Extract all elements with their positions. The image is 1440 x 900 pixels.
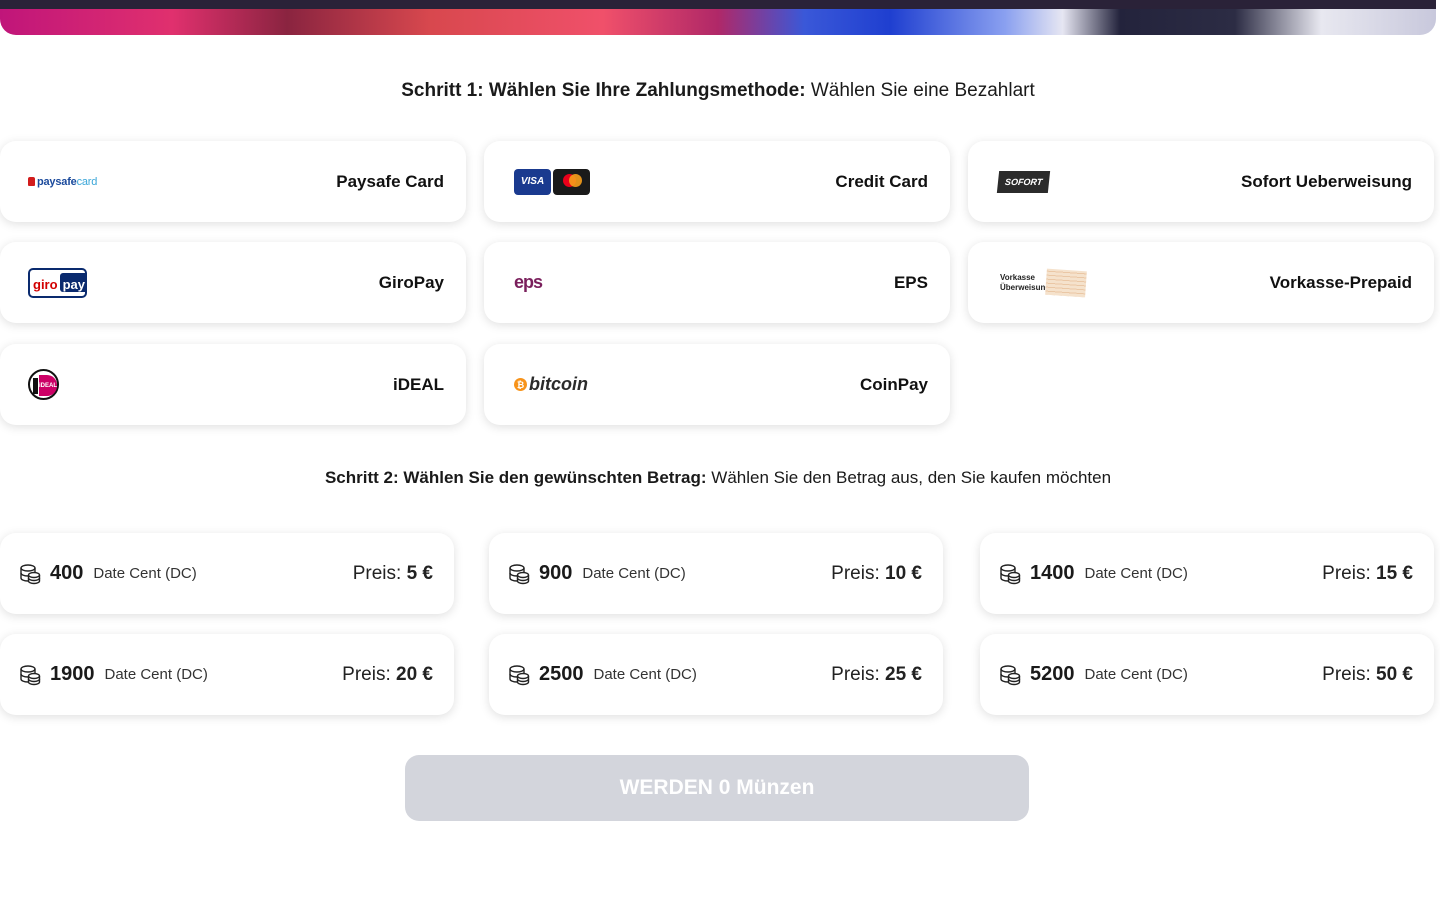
amount-unit: Date Cent (DC) [1084, 565, 1188, 582]
payment-method-label: iDEAL [393, 374, 444, 394]
amount-coins: 5200 [1030, 663, 1075, 685]
eps-logo: eps [514, 272, 543, 293]
eps-logo-text: eps [514, 272, 543, 292]
bitcoin-icon: ₿ [514, 378, 527, 391]
giropay-logo: giro pay [28, 267, 87, 298]
payment-method-eps[interactable]: eps EPS [484, 242, 950, 323]
payment-method-paysafecard[interactable]: paysafecard Paysafe Card [0, 141, 466, 222]
buy-coins-button[interactable]: WERDEN 0 Münzen [405, 755, 1029, 821]
step1-title-bold: Schritt 1: Wählen Sie Ihre Zahlungsmetho… [401, 80, 806, 101]
bitcoin-logo-text: bitcoin [529, 374, 588, 394]
amount-unit: Date Cent (DC) [582, 565, 686, 582]
coins-icon [1000, 563, 1021, 584]
coins-icon [20, 664, 41, 685]
ideal-logo: iDEAL [28, 369, 59, 400]
visa-mastercard-logo: VISA [514, 168, 590, 195]
payment-method-label: EPS [893, 272, 928, 292]
sofort-logo-text: SOFORT [996, 170, 1051, 193]
amount-coins: 1400 [1030, 562, 1075, 584]
step2-title-bold: Schritt 2: Wählen Sie den gewünschten Be… [324, 468, 707, 487]
amount-coins: 2500 [539, 663, 584, 685]
top-bar [0, 0, 1436, 9]
amount-option-1900[interactable]: 1900 Date Cent (DC) Preis: 20 € [0, 634, 454, 715]
amount-option-400[interactable]: 400 Date Cent (DC) Preis: 5 € [0, 533, 454, 614]
giropay-logo-pay: pay [59, 273, 85, 292]
visa-logo: VISA [514, 168, 551, 195]
price-value: 50 € [1376, 663, 1413, 685]
payment-method-label: GiroPay [378, 272, 444, 292]
payment-method-ideal[interactable]: iDEAL iDEAL [0, 344, 466, 425]
coins-icon [20, 563, 41, 584]
bank-slip-icon [1045, 268, 1088, 297]
amount-coins: 900 [539, 562, 573, 584]
payment-method-label: Sofort Ueberweisung [1241, 171, 1412, 191]
step2-title-rest: Wählen Sie den Betrag aus, den Sie kaufe… [706, 468, 1112, 487]
price-label: Preis: [831, 663, 880, 685]
amount-option-1400[interactable]: 1400 Date Cent (DC) Preis: 15 € [980, 533, 1434, 614]
vorkasse-logo-text: Vorkasse [1000, 272, 1035, 282]
amount-option-2500[interactable]: 2500 Date Cent (DC) Preis: 25 € [489, 634, 943, 715]
price-value: 25 € [885, 663, 922, 685]
mastercard-logo [553, 168, 590, 195]
giropay-logo-giro: giro [30, 273, 60, 292]
payment-method-coinpay[interactable]: ₿ bitcoin CoinPay [484, 344, 950, 425]
bitcoin-logo: ₿ bitcoin [514, 374, 588, 395]
payment-method-label: Credit Card [835, 171, 928, 191]
price-value: 5 € [406, 562, 433, 584]
payment-method-sofort[interactable]: SOFORT Sofort Ueberweisung [968, 141, 1434, 222]
amount-option-900[interactable]: 900 Date Cent (DC) Preis: 10 € [489, 533, 943, 614]
amount-unit: Date Cent (DC) [93, 565, 197, 582]
amount-unit: Date Cent (DC) [1084, 666, 1188, 683]
price-label: Preis: [831, 562, 880, 584]
payment-method-label: Paysafe Card [336, 171, 444, 191]
price-label: Preis: [1322, 663, 1371, 685]
hero-banner-image [0, 0, 1436, 35]
step2-heading: Schritt 2: Wählen Sie den gewünschten Be… [0, 468, 1436, 488]
payment-method-giropay[interactable]: giro pay GiroPay [0, 242, 466, 323]
price-value: 15 € [1376, 562, 1413, 584]
price-label: Preis: [352, 562, 402, 584]
vorkasse-logo: Vorkasse Überweisung [1000, 268, 1088, 297]
payment-method-credit-card[interactable]: VISA Credit Card [484, 141, 950, 222]
amount-coins: 1900 [50, 663, 95, 685]
step1-title-rest: Wählen Sie eine Bezahlart [805, 80, 1035, 101]
paysafecard-logo: paysafecard [28, 176, 97, 188]
coins-icon [509, 664, 530, 685]
payment-method-label: CoinPay [859, 374, 928, 394]
price-label: Preis: [1322, 562, 1371, 584]
payment-method-label: Vorkasse-Prepaid [1269, 272, 1412, 292]
paysafecard-logo-text2: card [76, 175, 98, 188]
price-value: 20 € [396, 663, 433, 685]
amount-unit: Date Cent (DC) [104, 666, 208, 683]
step1-heading: Schritt 1: Wählen Sie Ihre Zahlungsmetho… [0, 80, 1436, 102]
coins-icon [1000, 664, 1021, 685]
ideal-logo-text: iDEAL [39, 375, 57, 396]
amount-option-5200[interactable]: 5200 Date Cent (DC) Preis: 50 € [980, 634, 1434, 715]
amount-unit: Date Cent (DC) [593, 666, 697, 683]
payment-method-vorkasse[interactable]: Vorkasse Überweisung Vorkasse-Prepaid [968, 242, 1434, 323]
amount-coins: 400 [50, 562, 84, 584]
sofort-logo: SOFORT [996, 170, 1051, 193]
price-value: 10 € [885, 562, 922, 584]
coins-icon [509, 563, 530, 584]
paysafecard-logo-text: paysafe [37, 175, 77, 188]
vorkasse-logo-text2: Überweisung [1000, 282, 1051, 292]
price-label: Preis: [342, 663, 391, 685]
